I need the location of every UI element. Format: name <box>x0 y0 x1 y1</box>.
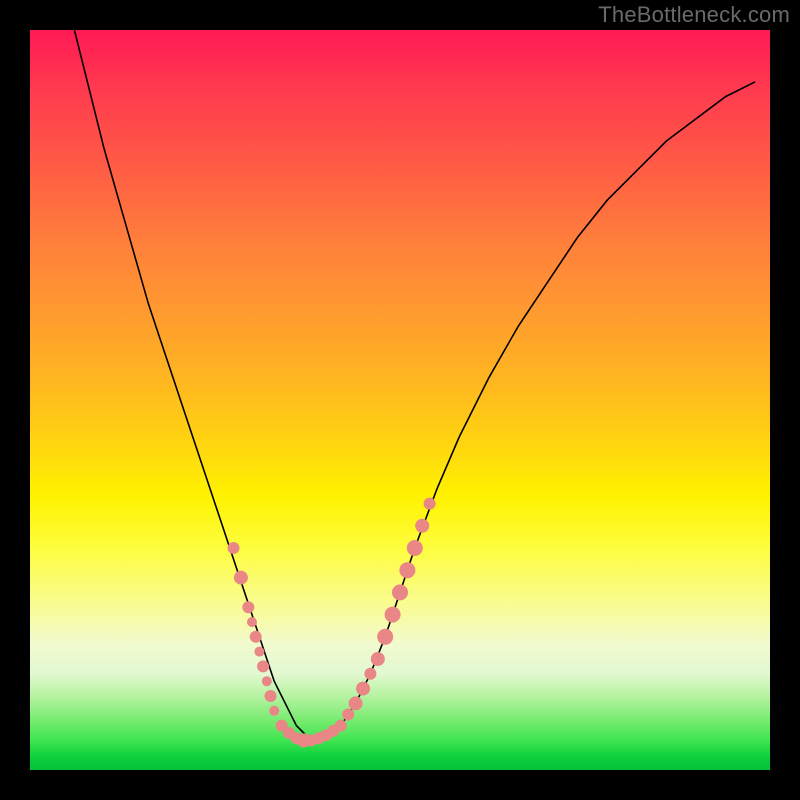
data-point <box>254 647 264 657</box>
data-point <box>364 668 376 680</box>
data-point <box>247 617 257 627</box>
data-point <box>342 709 354 721</box>
data-point <box>371 652 385 666</box>
data-point <box>377 629 393 645</box>
data-point <box>349 696 363 710</box>
data-point <box>250 631 262 643</box>
data-point <box>234 571 248 585</box>
data-point <box>399 562 415 578</box>
chart-overlay <box>30 30 770 770</box>
data-points-group <box>228 498 436 748</box>
data-point <box>269 706 279 716</box>
data-point <box>424 498 436 510</box>
data-point <box>262 676 272 686</box>
data-point <box>415 519 429 533</box>
watermark-text: TheBottleneck.com <box>598 2 790 28</box>
data-point <box>265 690 277 702</box>
bottleneck-curve <box>74 30 755 740</box>
data-point <box>385 607 401 623</box>
data-point <box>228 542 240 554</box>
data-point <box>407 540 423 556</box>
data-point <box>392 584 408 600</box>
data-point <box>356 682 370 696</box>
data-point <box>242 601 254 613</box>
data-point <box>335 720 347 732</box>
data-point <box>257 660 269 672</box>
chart-frame: TheBottleneck.com <box>0 0 800 800</box>
